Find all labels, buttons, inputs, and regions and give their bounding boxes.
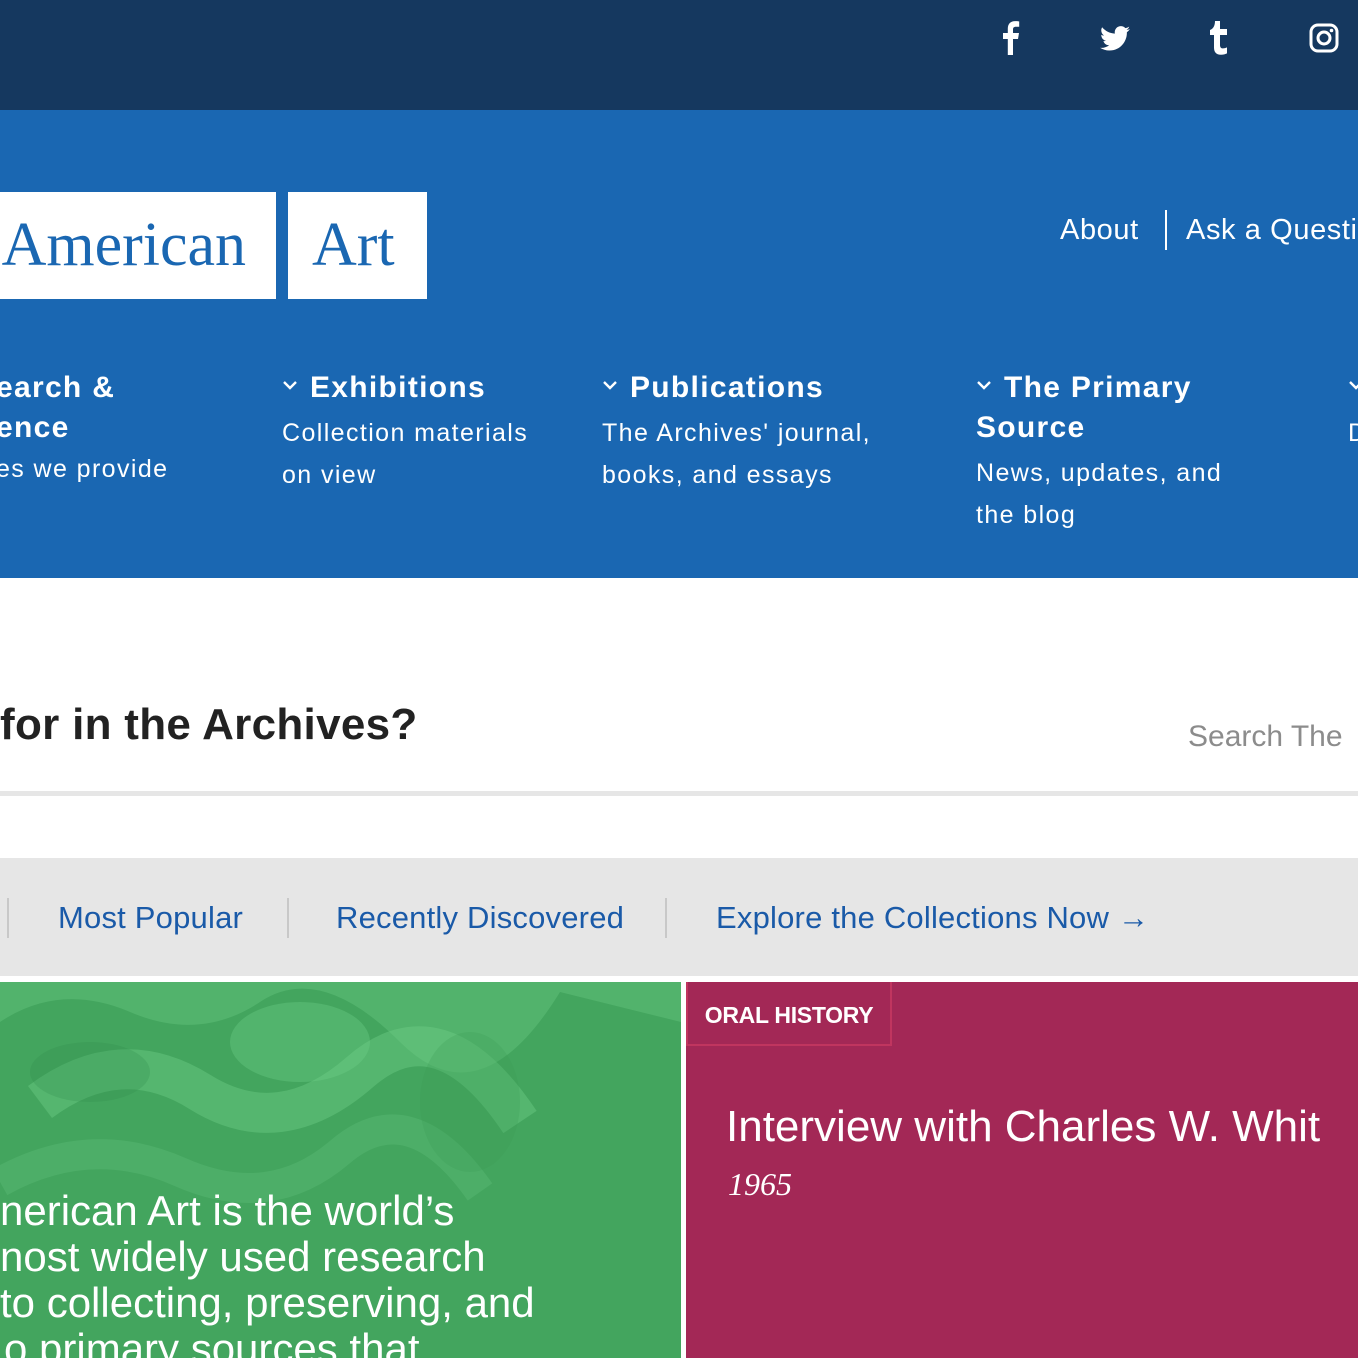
- nav-description: News, updates, and: [976, 459, 1223, 487]
- collections-links-strip: Most Popular Recently Discovered Explore…: [0, 858, 1358, 976]
- nav-title: Publications: [630, 371, 824, 404]
- tile-text-line: nerican Art is the world’s: [0, 1187, 455, 1234]
- nav-item-partial[interactable]: D: [1348, 368, 1358, 454]
- chevron-down-icon: [603, 381, 617, 390]
- nav-description: Collection materials: [282, 419, 529, 447]
- site-header: American Art About Ask a Questi earch & …: [0, 110, 1358, 578]
- about-archives-text: nerican Art is the world’s nost widely u…: [0, 1188, 681, 1358]
- most-popular-link[interactable]: Most Popular: [58, 900, 243, 936]
- tile-text-line: nost widely used research: [0, 1233, 486, 1280]
- logo-word-american[interactable]: American: [0, 192, 276, 299]
- about-link[interactable]: About: [1060, 214, 1139, 247]
- oral-history-tile[interactable]: ORAL HISTORY Interview with Charles W. W…: [686, 982, 1358, 1358]
- nav-title: earch &: [0, 371, 116, 404]
- ask-a-question-link[interactable]: Ask a Questi: [1186, 214, 1358, 247]
- strip-divider: [7, 898, 9, 938]
- logo-word-art[interactable]: Art: [288, 192, 427, 299]
- explore-collections-link[interactable]: Explore the Collections Now →: [716, 900, 1149, 936]
- social-bar: [0, 0, 1358, 110]
- nav-title: The Primary: [1004, 371, 1192, 404]
- nav-item-publications[interactable]: Publications The Archives' journal, book…: [602, 368, 871, 496]
- nav-title-row: Publications: [602, 368, 871, 408]
- utility-nav-divider: [1165, 210, 1167, 250]
- chevron-down-icon: [977, 381, 991, 390]
- category-tag[interactable]: ORAL HISTORY: [686, 982, 892, 1046]
- nav-title-row: The Primary: [976, 368, 1222, 408]
- nav-item-primary-source[interactable]: The Primary Source News, updates, and th…: [976, 368, 1222, 536]
- nav-description: D: [1348, 412, 1358, 454]
- about-archives-tile[interactable]: nerican Art is the world’s nost widely u…: [0, 982, 681, 1358]
- nav-title: Exhibitions: [310, 371, 486, 404]
- tile-text-line: to collecting, preserving, and: [0, 1279, 535, 1326]
- nav-title-line2: Source: [976, 411, 1086, 444]
- search-input[interactable]: [1188, 712, 1358, 762]
- search-question-heading: for in the Archives?: [0, 700, 418, 749]
- strip-divider: [665, 898, 667, 938]
- tumblr-icon[interactable]: [1200, 18, 1240, 58]
- tile-text-line: o primary sources that: [4, 1325, 420, 1358]
- recently-discovered-link[interactable]: Recently Discovered: [336, 900, 624, 936]
- nav-description-line2: books, and essays: [602, 461, 833, 489]
- oral-history-title[interactable]: Interview with Charles W. Whit: [726, 1102, 1320, 1152]
- chevron-down-icon: [1349, 381, 1358, 390]
- nav-description: The Archives' journal,: [602, 419, 872, 447]
- nav-description-line2: on view: [282, 461, 377, 489]
- nav-description-line2: the blog: [976, 501, 1077, 529]
- oral-history-date: 1965: [728, 1166, 792, 1202]
- nav-item-exhibitions[interactable]: Exhibitions Collection materials on view: [282, 368, 528, 496]
- facebook-icon[interactable]: [990, 18, 1030, 58]
- nav-description: es we provide: [0, 455, 169, 483]
- search-underline: [0, 791, 1358, 796]
- nav-title-line2: ence: [0, 411, 70, 444]
- nav-title-row: Exhibitions: [282, 368, 528, 408]
- chevron-down-icon: [283, 381, 297, 390]
- strip-divider: [287, 898, 289, 938]
- twitter-icon[interactable]: [1095, 18, 1135, 58]
- nav-item-research-reference[interactable]: earch & ence es we provide: [0, 368, 168, 490]
- instagram-icon[interactable]: [1304, 18, 1344, 58]
- nav-title-row: [1348, 368, 1358, 408]
